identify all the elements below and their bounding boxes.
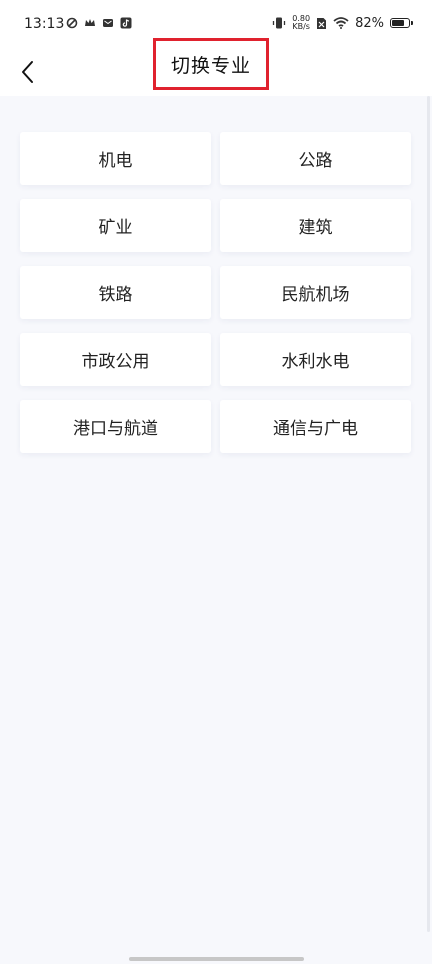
nav-header: 切换专业 bbox=[0, 38, 432, 96]
page-title: 切换专业 bbox=[170, 54, 251, 77]
net-speed: 0.80 KB/s bbox=[292, 15, 310, 31]
chevron-left-icon bbox=[22, 61, 33, 83]
major-item[interactable]: 港口与航道 bbox=[20, 400, 211, 453]
crown-icon bbox=[85, 19, 95, 26]
major-item[interactable]: 通信与广电 bbox=[220, 400, 411, 453]
major-item[interactable]: 公路 bbox=[220, 132, 411, 185]
status-right: 0.80 KB/s 82% bbox=[272, 15, 413, 31]
major-item[interactable]: 铁路 bbox=[20, 266, 211, 319]
sync-icon bbox=[66, 17, 78, 29]
notification-icons bbox=[66, 17, 132, 29]
status-time: 13:13 bbox=[24, 16, 65, 32]
scrollbar[interactable] bbox=[427, 96, 430, 932]
no-sim-icon bbox=[317, 17, 327, 29]
major-item[interactable]: 水利水电 bbox=[220, 333, 411, 386]
battery-percent: 82% bbox=[355, 15, 384, 31]
tiktok-icon bbox=[120, 17, 132, 29]
back-button[interactable] bbox=[14, 58, 42, 86]
battery-icon bbox=[390, 18, 413, 28]
major-item[interactable]: 矿业 bbox=[20, 199, 211, 252]
net-speed-unit: KB/s bbox=[292, 22, 310, 31]
mail-icon bbox=[103, 19, 113, 27]
major-grid: 机电 公路 矿业 建筑 铁路 民航机场 市政公用 水利水电 港口与航道 通信与广… bbox=[20, 132, 411, 453]
title-highlight-box: 切换专业 bbox=[153, 38, 269, 90]
battery-fill bbox=[392, 20, 405, 26]
home-indicator[interactable] bbox=[129, 957, 304, 961]
major-item[interactable]: 建筑 bbox=[220, 199, 411, 252]
major-item[interactable]: 民航机场 bbox=[220, 266, 411, 319]
vibrate-icon bbox=[273, 17, 286, 29]
major-item[interactable]: 机电 bbox=[20, 132, 211, 185]
major-item[interactable]: 市政公用 bbox=[20, 333, 211, 386]
wifi-icon bbox=[333, 17, 349, 29]
